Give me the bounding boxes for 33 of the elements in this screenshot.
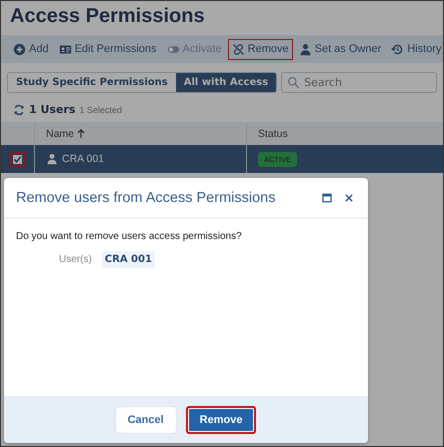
page-title: Access Permissions — [9, 4, 206, 29]
search-icon — [287, 76, 300, 89]
user-count: 1 Users — [29, 103, 76, 116]
cancel-button[interactable]: Cancel — [116, 406, 176, 432]
id-card-icon — [58, 42, 72, 56]
toolbar-button[interactable]: Edit Permissions — [54, 38, 160, 60]
checkmark-icon — [13, 154, 22, 164]
search-field[interactable]: Search — [281, 72, 437, 93]
selected-count: 1 Selected — [79, 105, 122, 115]
user-icon — [46, 153, 58, 165]
tab[interactable]: All with Access — [176, 73, 276, 92]
user-chip: CRA 001 — [102, 251, 155, 268]
toolbar-button[interactable]: Set as Owner — [294, 38, 386, 60]
refresh-icon — [13, 104, 25, 116]
maximize-button[interactable] — [320, 191, 334, 205]
column-header[interactable]: Status — [247, 122, 443, 145]
search-input[interactable]: Search — [304, 75, 431, 90]
toolbar-button[interactable]: History — [387, 38, 443, 60]
row-checkbox[interactable] — [10, 152, 25, 166]
refresh-button[interactable] — [13, 104, 25, 116]
close-icon — [344, 193, 354, 203]
dialog-title: Remove users from Access Permissions — [16, 190, 276, 206]
maximize-icon — [322, 193, 332, 203]
toolbar-button[interactable]: Add — [9, 38, 53, 60]
remove-button[interactable]: Remove — [186, 406, 256, 434]
dialog-message: Do you want to remove users access permissions? — [16, 231, 243, 242]
history-icon — [391, 42, 404, 56]
broken-link-icon — [232, 42, 245, 56]
toolbar-button[interactable]: Remove — [228, 38, 293, 60]
user-icon — [298, 42, 312, 56]
field-label: User(s) — [59, 254, 92, 265]
user-name: CRA 001 — [62, 153, 104, 165]
plus-circle-icon — [13, 42, 26, 56]
